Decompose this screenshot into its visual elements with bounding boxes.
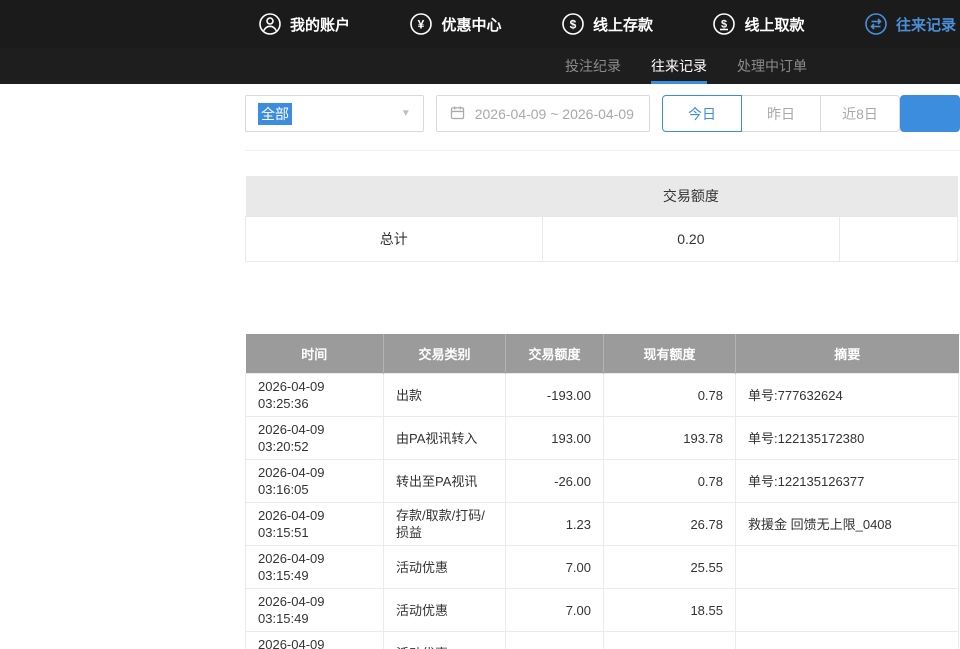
today-button[interactable]: 今日	[662, 95, 742, 132]
table-row: 2026-04-09 03:15:49 活动优惠 10.88 11.55	[246, 632, 959, 649]
tab-transaction-records[interactable]: 往来记录	[651, 48, 707, 84]
summary-header-amount: 交易额度	[542, 176, 840, 216]
table-row: 2026-04-09 03:16:05 转出至PA视讯 -26.00 0.78 …	[246, 460, 959, 503]
cell-balance: 25.55	[604, 546, 736, 589]
top-nav: 我的账户 ¥ 优惠中心 $ 线上存款 $ 线上取款 往来记录	[0, 0, 960, 48]
cell-type: 由PA视讯转入	[384, 417, 506, 460]
table-row: 2026-04-09 03:15:49 活动优惠 7.00 18.55	[246, 589, 959, 632]
cell-summary	[736, 589, 959, 632]
tab-label: 往来记录	[651, 56, 707, 76]
quick-date-group: 今日 昨日 近8日	[662, 95, 900, 132]
summary-header-row: 交易额度	[246, 176, 958, 216]
col-header-amount: 交易额度	[506, 334, 604, 374]
yesterday-button[interactable]: 昨日	[741, 95, 821, 132]
cell-amount: -26.00	[506, 460, 604, 503]
cell-time: 2026-04-09 03:15:49	[246, 632, 384, 649]
summary-header-blank	[840, 176, 958, 216]
summary-blank-cell	[840, 216, 958, 261]
cell-type: 活动优惠	[384, 632, 506, 649]
cell-summary: 单号:122135172380	[736, 417, 959, 460]
summary-total-row: 总计 0.20	[246, 216, 958, 261]
promo-coin-icon: ¥	[409, 12, 433, 36]
summary-header-blank	[246, 176, 543, 216]
col-header-type: 交易类别	[384, 334, 506, 374]
cell-balance: 26.78	[604, 503, 736, 546]
table-row: 2026-04-09 03:15:51 存款/取款/打码/损益 1.23 26.…	[246, 503, 959, 546]
cell-balance: 0.78	[604, 460, 736, 503]
col-header-summary: 摘要	[736, 334, 959, 374]
tab-label: 投注纪录	[565, 56, 621, 76]
nav-item-label: 线上存款	[593, 14, 653, 35]
nav-item-my-account[interactable]: 我的账户	[258, 12, 350, 36]
nav-item-promo-center[interactable]: ¥ 优惠中心	[409, 12, 501, 36]
cell-time: 2026-04-09 03:20:52	[246, 417, 384, 460]
withdraw-coin-icon: $	[712, 12, 736, 36]
type-select[interactable]: 全部 ▼	[245, 95, 424, 132]
last-8-days-button[interactable]: 近8日	[820, 95, 900, 132]
date-range-input[interactable]: 2026-04-09 ~ 2026-04-09	[436, 95, 650, 132]
search-button[interactable]	[900, 95, 960, 132]
tab-processing-orders[interactable]: 处理中订单	[737, 48, 807, 84]
nav-item-transaction-records[interactable]: 往来记录	[864, 12, 956, 36]
cell-type: 活动优惠	[384, 589, 506, 632]
nav-item-online-withdraw[interactable]: $ 线上取款	[712, 12, 804, 36]
cell-amount: -193.00	[506, 374, 604, 417]
nav-item-label: 往来记录	[896, 14, 956, 35]
svg-text:¥: ¥	[418, 18, 425, 32]
summary-total-label: 总计	[246, 216, 543, 261]
main-content: 全部 ▼ 2026-04-09 ~ 2026-04-09 今日 昨日 近8日 交…	[245, 95, 960, 649]
cell-time: 2026-04-09 03:15:49	[246, 589, 384, 632]
cell-summary	[736, 632, 959, 649]
cell-summary	[736, 546, 959, 589]
transfer-arrows-icon	[864, 12, 888, 36]
cell-summary: 单号:777632624	[736, 374, 959, 417]
deposit-coin-icon: $	[561, 12, 585, 36]
nav-item-label: 我的账户	[290, 14, 350, 35]
cell-time: 2026-04-09 03:25:36	[246, 374, 384, 417]
chevron-down-icon: ▼	[401, 108, 411, 119]
svg-text:$: $	[570, 18, 577, 32]
records-table: 时间 交易类别 交易额度 现有额度 摘要 2026-04-09 03:25:36…	[245, 334, 959, 649]
date-range-value: 2026-04-09 ~ 2026-04-09	[475, 106, 634, 122]
type-select-value: 全部	[258, 103, 292, 125]
filter-row: 全部 ▼ 2026-04-09 ~ 2026-04-09 今日 昨日 近8日	[245, 95, 960, 132]
table-row: 2026-04-09 03:20:52 由PA视讯转入 193.00 193.7…	[246, 417, 959, 460]
col-header-balance: 现有额度	[604, 334, 736, 374]
cell-balance: 0.78	[604, 374, 736, 417]
cell-type: 存款/取款/打码/损益	[384, 503, 506, 546]
tab-bar: 投注纪录 往来记录 处理中订单	[0, 48, 960, 84]
records-header-row: 时间 交易类别 交易额度 现有额度 摘要	[246, 334, 959, 374]
cell-summary: 单号:122135126377	[736, 460, 959, 503]
cell-type: 转出至PA视讯	[384, 460, 506, 503]
cell-type: 活动优惠	[384, 546, 506, 589]
cell-amount: 10.88	[506, 632, 604, 649]
table-row: 2026-04-09 03:25:36 出款 -193.00 0.78 单号:7…	[246, 374, 959, 417]
tab-label: 处理中订单	[737, 56, 807, 76]
cell-balance: 18.55	[604, 589, 736, 632]
cell-balance: 193.78	[604, 417, 736, 460]
cell-time: 2026-04-09 03:16:05	[246, 460, 384, 503]
cell-time: 2026-04-09 03:15:51	[246, 503, 384, 546]
cell-time: 2026-04-09 03:15:49	[246, 546, 384, 589]
cell-type: 出款	[384, 374, 506, 417]
divider	[245, 150, 960, 151]
cell-amount: 193.00	[506, 417, 604, 460]
summary-total-value: 0.20	[542, 216, 840, 261]
table-row: 2026-04-09 03:15:49 活动优惠 7.00 25.55	[246, 546, 959, 589]
col-header-time: 时间	[246, 334, 384, 374]
user-icon	[258, 12, 282, 36]
calendar-icon	[449, 104, 466, 124]
cell-amount: 7.00	[506, 546, 604, 589]
tab-betting-records[interactable]: 投注纪录	[565, 48, 621, 84]
nav-item-label: 线上取款	[744, 14, 804, 35]
cell-amount: 1.23	[506, 503, 604, 546]
summary-table: 交易额度 总计 0.20	[245, 176, 958, 262]
nav-item-label: 优惠中心	[441, 14, 501, 35]
cell-summary: 救援金 回馈无上限_0408	[736, 503, 959, 546]
cell-balance: 11.55	[604, 632, 736, 649]
cell-amount: 7.00	[506, 589, 604, 632]
nav-item-online-deposit[interactable]: $ 线上存款	[561, 12, 653, 36]
